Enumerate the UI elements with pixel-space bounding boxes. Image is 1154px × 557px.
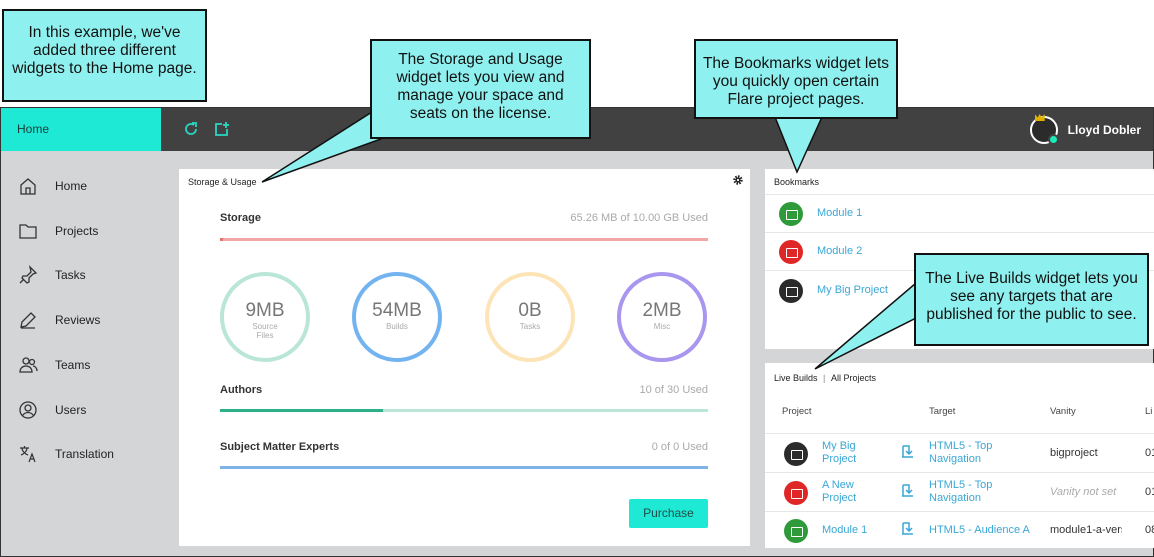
misc-circle: 2MB Misc bbox=[617, 272, 707, 362]
target-link[interactable]: HTML5 - Top Navigation bbox=[929, 440, 1039, 466]
sme-bar bbox=[220, 466, 708, 469]
sidebar-item-label: Tasks bbox=[55, 268, 86, 282]
vanity-value: bigproject bbox=[1050, 447, 1098, 459]
sme-value: 0 of 0 Used bbox=[651, 441, 708, 453]
circle-label: Builds bbox=[386, 322, 408, 331]
project-folder-icon bbox=[779, 279, 803, 303]
gear-icon[interactable] bbox=[732, 174, 744, 186]
column-header-vanity[interactable]: Vanity bbox=[1050, 406, 1076, 417]
bookmark-label[interactable]: My Big Project bbox=[817, 284, 888, 296]
sidebar-item-label: Users bbox=[55, 403, 87, 417]
project-folder-icon bbox=[779, 202, 803, 226]
authors-value: 10 of 30 Used bbox=[639, 384, 709, 396]
widget-title: Bookmarks bbox=[774, 177, 820, 187]
project-folder-icon bbox=[779, 240, 803, 264]
target-link[interactable]: HTML5 - Audience A bbox=[929, 524, 1059, 537]
folder-icon bbox=[19, 224, 37, 239]
pen-icon bbox=[20, 312, 36, 329]
authors-bar bbox=[220, 409, 708, 412]
authors-label: Authors bbox=[220, 384, 263, 396]
storage-value: 65.26 MB of 10.00 GB Used bbox=[570, 212, 708, 224]
vanity-value: Vanity not set bbox=[1050, 486, 1117, 498]
sidebar-item-users[interactable]: Users bbox=[1, 395, 161, 425]
sidebar-item-label: Home bbox=[55, 179, 88, 193]
storage-usage-widget: Storage & Usage Storage 65.26 MB of 10.0… bbox=[179, 169, 750, 546]
sidebar-item-home[interactable]: Home bbox=[1, 171, 161, 201]
storage-bar bbox=[220, 238, 708, 241]
target-link[interactable]: HTML5 - Top Navigation bbox=[929, 479, 1039, 505]
project-folder-icon bbox=[784, 519, 808, 543]
download-icon[interactable] bbox=[901, 445, 914, 459]
storage-label: Storage bbox=[220, 212, 261, 224]
circle-value: 54MB bbox=[372, 300, 422, 321]
bookmark-item[interactable]: Module 1 bbox=[765, 194, 1154, 232]
project-link[interactable]: A New Project bbox=[822, 479, 892, 505]
tasks-circle: 0B Tasks bbox=[485, 272, 575, 362]
project-folder-icon bbox=[784, 442, 808, 466]
user-name: Lloyd Dobler bbox=[1067, 123, 1141, 137]
authors-bar-fill bbox=[220, 409, 383, 412]
translate-icon bbox=[20, 446, 36, 463]
widget-title: Live Builds bbox=[774, 373, 818, 383]
circle-label: Source bbox=[252, 322, 278, 331]
refresh-icon[interactable] bbox=[182, 120, 200, 138]
circle-value: 9MB bbox=[245, 300, 285, 321]
storage-callout: The Storage and Usage widget lets you vi… bbox=[370, 39, 591, 139]
title-separator: | bbox=[823, 373, 826, 383]
circle-value: 0B bbox=[518, 300, 542, 321]
extra-value: 01 bbox=[1145, 447, 1154, 459]
add-widget-icon[interactable] bbox=[213, 120, 231, 138]
screenshot-root: Home Lloyd Dobler Home Projects Tasks Re… bbox=[0, 0, 1154, 557]
bookmark-label[interactable]: Module 2 bbox=[817, 245, 862, 257]
circle-value: 2MB bbox=[642, 300, 682, 321]
user-menu[interactable]: Lloyd Dobler bbox=[1029, 114, 1141, 146]
sidebar-item-label: Projects bbox=[55, 224, 99, 238]
project-link[interactable]: Module 1 bbox=[822, 524, 892, 537]
source-files-circle: 9MB Source Files bbox=[220, 272, 310, 362]
extra-value: 08 bbox=[1145, 524, 1154, 536]
sidebar-item-translation[interactable]: Translation bbox=[1, 439, 161, 469]
column-header-target[interactable]: Target bbox=[929, 406, 955, 417]
intro-callout: In this example, we've added three diffe… bbox=[2, 9, 207, 102]
pin-icon bbox=[19, 265, 38, 284]
download-icon[interactable] bbox=[901, 522, 914, 536]
sidebar-item-label: Reviews bbox=[55, 313, 101, 327]
table-row[interactable]: A New Project HTML5 - Top Navigation Vanit… bbox=[765, 472, 1154, 511]
widget-title: Storage & Usage bbox=[188, 177, 257, 187]
home-tab[interactable]: Home bbox=[1, 108, 161, 151]
sidebar-item-tasks[interactable]: Tasks bbox=[1, 260, 161, 290]
column-header-extra[interactable]: Li bbox=[1145, 406, 1152, 417]
circle-label: Tasks bbox=[519, 322, 541, 331]
builds-circle: 54MB Builds bbox=[352, 272, 442, 362]
sidebar-item-reviews[interactable]: Reviews bbox=[1, 305, 161, 335]
circle-label-2: Files bbox=[256, 331, 274, 340]
table-row[interactable]: My Big Project HTML5 - Top Navigation bigp… bbox=[765, 433, 1154, 472]
download-icon[interactable] bbox=[901, 484, 914, 498]
live-builds-callout: The Live Builds widget lets you see any … bbox=[914, 253, 1149, 346]
live-builds-widget: Live Builds | All Projects Project Targe… bbox=[765, 363, 1154, 548]
sidebar-item-teams[interactable]: Teams bbox=[1, 350, 161, 380]
all-projects-link[interactable]: All Projects bbox=[831, 373, 876, 383]
sidebar-item-label: Translation bbox=[55, 447, 114, 461]
circle-label: Misc bbox=[653, 322, 671, 331]
sidebar: Home Projects Tasks Reviews Teams Users bbox=[1, 151, 161, 556]
extra-value: 01 bbox=[1145, 486, 1154, 498]
purchase-button[interactable]: Purchase bbox=[629, 499, 708, 528]
project-link[interactable]: My Big Project bbox=[822, 440, 892, 466]
team-icon bbox=[19, 357, 38, 373]
vanity-value: module1-a-versi bbox=[1050, 524, 1122, 536]
project-folder-icon bbox=[784, 481, 808, 505]
user-icon bbox=[19, 401, 37, 419]
sidebar-item-projects[interactable]: Projects bbox=[1, 216, 161, 246]
sme-label: Subject Matter Experts bbox=[220, 441, 340, 453]
bookmark-label[interactable]: Module 1 bbox=[817, 207, 862, 219]
column-header-project[interactable]: Project bbox=[782, 406, 812, 417]
home-icon bbox=[20, 178, 36, 195]
sidebar-item-label: Teams bbox=[55, 358, 91, 372]
storage-bar-fill bbox=[220, 238, 224, 241]
table-row[interactable]: Module 1 HTML5 - Audience A module1-a-ve… bbox=[765, 511, 1154, 550]
avatar bbox=[1029, 114, 1059, 145]
bookmarks-callout: The Bookmarks widget lets you quickly op… bbox=[694, 39, 898, 119]
